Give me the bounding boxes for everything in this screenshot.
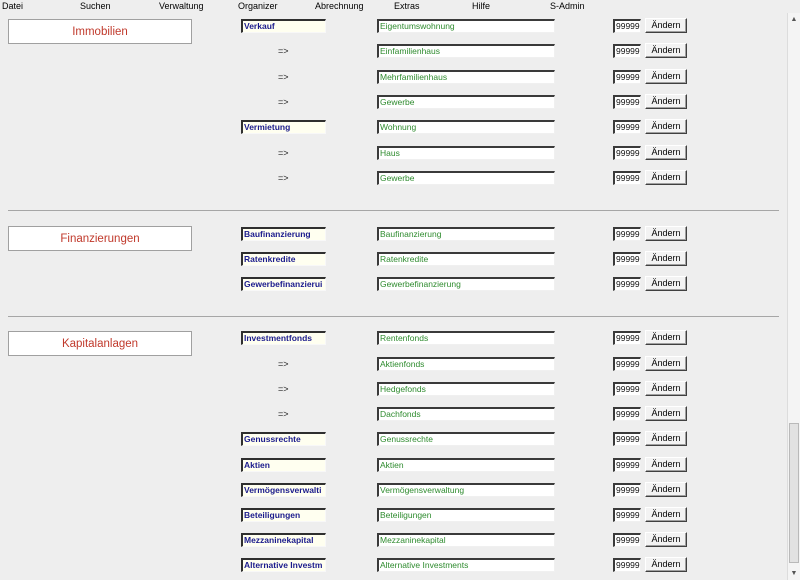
number-field[interactable]: 99999 [613, 146, 641, 160]
continuation-arrow: => [278, 97, 289, 107]
aendern-button[interactable]: Ändern [645, 330, 687, 345]
number-field[interactable]: 99999 [613, 19, 641, 33]
section-title-box: Immobilien [8, 19, 192, 44]
aendern-button[interactable]: Ändern [645, 381, 687, 396]
continuation-arrow: => [278, 384, 289, 394]
aendern-button[interactable]: Ändern [645, 507, 687, 522]
continuation-arrow: => [278, 409, 289, 419]
continuation-arrow: => [278, 46, 289, 56]
subcategory-field[interactable]: Beteiligungen [377, 508, 555, 522]
category-field[interactable]: Alternative Investm [241, 558, 326, 572]
aendern-button[interactable]: Ändern [645, 457, 687, 472]
number-field[interactable]: 99999 [613, 227, 641, 241]
category-field[interactable]: Beteiligungen [241, 508, 326, 522]
aendern-button[interactable]: Ändern [645, 43, 687, 58]
number-field[interactable]: 99999 [613, 432, 641, 446]
number-field[interactable]: 99999 [613, 533, 641, 547]
menu-datei[interactable]: Datei [2, 0, 23, 13]
vertical-scrollbar[interactable]: ▲ ▼ [787, 13, 800, 580]
aendern-button[interactable]: Ändern [645, 119, 687, 134]
number-field[interactable]: 99999 [613, 277, 641, 291]
continuation-arrow: => [278, 359, 289, 369]
subcategory-field[interactable]: Baufinanzierung [377, 227, 555, 241]
aendern-button[interactable]: Ändern [645, 69, 687, 84]
number-field[interactable]: 99999 [613, 252, 641, 266]
aendern-button[interactable]: Ändern [645, 18, 687, 33]
number-field[interactable]: 99999 [613, 382, 641, 396]
menu-extras[interactable]: Extras [394, 0, 420, 13]
aendern-button[interactable]: Ändern [645, 406, 687, 421]
subcategory-field[interactable]: Haus [377, 146, 555, 160]
subcategory-field[interactable]: Aktien [377, 458, 555, 472]
number-field[interactable]: 99999 [613, 95, 641, 109]
section-divider [8, 316, 779, 317]
subcategory-field[interactable]: Gewerbe [377, 171, 555, 185]
aendern-button[interactable]: Ändern [645, 276, 687, 291]
scrollbar-thumb[interactable] [789, 423, 799, 563]
category-field[interactable]: Ratenkredite [241, 252, 326, 266]
subcategory-field[interactable]: Mehrfamilienhaus [377, 70, 555, 84]
number-field[interactable]: 99999 [613, 331, 641, 345]
aendern-button[interactable]: Ändern [645, 356, 687, 371]
menu-bar: Datei Suchen Verwaltung Organizer Abrech… [0, 0, 800, 13]
continuation-arrow: => [278, 148, 289, 158]
category-field[interactable]: Genussrechte [241, 432, 326, 446]
category-field[interactable]: Vermögensverwalti [241, 483, 326, 497]
aendern-button[interactable]: Ändern [645, 557, 687, 572]
scroll-down-arrow-icon[interactable]: ▼ [788, 567, 800, 580]
menu-organizer[interactable]: Organizer [238, 0, 278, 13]
aendern-button[interactable]: Ändern [645, 170, 687, 185]
subcategory-field[interactable]: Genussrechte [377, 432, 555, 446]
aendern-button[interactable]: Ändern [645, 251, 687, 266]
number-field[interactable]: 99999 [613, 44, 641, 58]
scroll-up-arrow-icon[interactable]: ▲ [788, 13, 800, 26]
number-field[interactable]: 99999 [613, 558, 641, 572]
aendern-button[interactable]: Ändern [645, 532, 687, 547]
continuation-arrow: => [278, 173, 289, 183]
subcategory-field[interactable]: Ratenkredite [377, 252, 555, 266]
subcategory-field[interactable]: Mezzaninekapital [377, 533, 555, 547]
subcategory-field[interactable]: Gewerbefinanzierung [377, 277, 555, 291]
number-field[interactable]: 99999 [613, 407, 641, 421]
subcategory-field[interactable]: Gewerbe [377, 95, 555, 109]
category-field[interactable]: Baufinanzierung [241, 227, 326, 241]
category-field[interactable]: Vermietung [241, 120, 326, 134]
menu-suchen[interactable]: Suchen [80, 0, 111, 13]
subcategory-field[interactable]: Einfamilienhaus [377, 44, 555, 58]
number-field[interactable]: 99999 [613, 483, 641, 497]
number-field[interactable]: 99999 [613, 458, 641, 472]
section-title-box: Finanzierungen [8, 226, 192, 251]
number-field[interactable]: 99999 [613, 171, 641, 185]
subcategory-field[interactable]: Vermögensverwaltung [377, 483, 555, 497]
aendern-button[interactable]: Ändern [645, 226, 687, 241]
section-divider [8, 210, 779, 211]
number-field[interactable]: 99999 [613, 70, 641, 84]
menu-verwaltung[interactable]: Verwaltung [159, 0, 204, 13]
subcategory-field[interactable]: Alternative Investments [377, 558, 555, 572]
aendern-button[interactable]: Ändern [645, 145, 687, 160]
number-field[interactable]: 99999 [613, 508, 641, 522]
category-field[interactable]: Aktien [241, 458, 326, 472]
menu-hilfe[interactable]: Hilfe [472, 0, 490, 13]
category-field[interactable]: Verkauf [241, 19, 326, 33]
category-field[interactable]: Mezzaninekapital [241, 533, 326, 547]
aendern-button[interactable]: Ändern [645, 431, 687, 446]
aendern-button[interactable]: Ändern [645, 94, 687, 109]
subcategory-field[interactable]: Dachfonds [377, 407, 555, 421]
section-title-box: Kapitalanlagen [8, 331, 192, 356]
category-field[interactable]: Investmentfonds [241, 331, 326, 345]
subcategory-field[interactable]: Rentenfonds [377, 331, 555, 345]
subcategory-field[interactable]: Hedgefonds [377, 382, 555, 396]
aendern-button[interactable]: Ändern [645, 482, 687, 497]
subcategory-field[interactable]: Wohnung [377, 120, 555, 134]
category-field[interactable]: Gewerbefinanzierui [241, 277, 326, 291]
menu-abrechnung[interactable]: Abrechnung [315, 0, 364, 13]
subcategory-field[interactable]: Aktienfonds [377, 357, 555, 371]
menu-s-admin[interactable]: S-Admin [550, 0, 585, 13]
number-field[interactable]: 99999 [613, 120, 641, 134]
number-field[interactable]: 99999 [613, 357, 641, 371]
subcategory-field[interactable]: Eigentumswohnung [377, 19, 555, 33]
continuation-arrow: => [278, 72, 289, 82]
